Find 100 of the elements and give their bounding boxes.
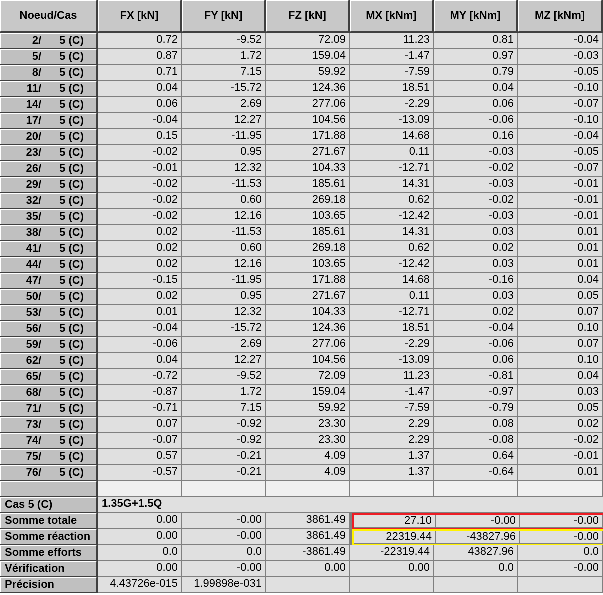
- row-header[interactable]: 38/ 5 (C): [0, 225, 98, 241]
- column-header[interactable]: MY [kNm]: [434, 0, 518, 33]
- table-cell: -0.06: [98, 337, 182, 353]
- table-cell: 4.09: [266, 449, 350, 465]
- table-cell: 4.43726e-015: [98, 577, 182, 593]
- table-cell: -13.09: [350, 113, 434, 129]
- row-header[interactable]: 62/ 5 (C): [0, 353, 98, 369]
- table-cell: 0.04: [434, 81, 518, 97]
- table-cell: -0.15: [98, 273, 182, 289]
- row-header[interactable]: 26/ 5 (C): [0, 161, 98, 177]
- row-header[interactable]: 35/ 5 (C): [0, 209, 98, 225]
- table-cell: -0.16: [434, 273, 518, 289]
- column-header[interactable]: MX [kNm]: [350, 0, 434, 33]
- row-header[interactable]: 14/ 5 (C): [0, 97, 98, 113]
- row-header[interactable]: 41/ 5 (C): [0, 241, 98, 257]
- row-header[interactable]: 73/ 5 (C): [0, 417, 98, 433]
- summary-label: Somme totale: [0, 513, 98, 529]
- table-cell: -0.00: [520, 515, 603, 528]
- row-header[interactable]: 47/ 5 (C): [0, 273, 98, 289]
- table-cell: 0.64: [434, 449, 518, 465]
- table-cell: -0.79: [434, 401, 518, 417]
- table-cell: -0.01: [518, 193, 603, 209]
- table-cell: 0.00: [266, 561, 350, 577]
- table-cell: -0.04: [98, 113, 182, 129]
- table-cell: 1.72: [182, 385, 266, 401]
- table-cell: 12.32: [182, 161, 266, 177]
- table-cell: -12.42: [350, 209, 434, 225]
- summary-label: Précision: [0, 577, 98, 593]
- table-cell: -0.10: [518, 113, 603, 129]
- row-header[interactable]: 53/ 5 (C): [0, 305, 98, 321]
- table-cell: -22319.44: [350, 545, 434, 561]
- table-cell: 171.88: [266, 129, 350, 145]
- column-header[interactable]: FY [kN]: [182, 0, 266, 33]
- row-header[interactable]: 23/ 5 (C): [0, 145, 98, 161]
- table-cell: 0.95: [182, 289, 266, 305]
- row-header[interactable]: 56/ 5 (C): [0, 321, 98, 337]
- table-cell: -0.92: [182, 433, 266, 449]
- row-header[interactable]: 44/ 5 (C): [0, 257, 98, 273]
- table-cell: 1.72: [182, 49, 266, 65]
- table-cell: 0.11: [350, 145, 434, 161]
- table-cell: -0.00: [520, 531, 603, 544]
- table-cell: -12.71: [350, 305, 434, 321]
- table-cell: 0.01: [518, 225, 603, 241]
- row-header[interactable]: 59/ 5 (C): [0, 337, 98, 353]
- table-cell: 7.15: [182, 65, 266, 81]
- row-header[interactable]: 17/ 5 (C): [0, 113, 98, 129]
- table-cell: -0.03: [434, 145, 518, 161]
- column-header[interactable]: Noeud/Cas: [0, 0, 98, 33]
- table-cell: 14.68: [350, 129, 434, 145]
- table-cell: 1.99898e-031: [182, 577, 266, 593]
- table-cell: 72.09: [266, 369, 350, 385]
- table-cell: 0.57: [98, 449, 182, 465]
- table-cell: 7.15: [182, 401, 266, 417]
- table-cell: -0.01: [518, 209, 603, 225]
- summary-label: Somme efforts: [0, 545, 98, 561]
- table-cell: 0.07: [98, 417, 182, 433]
- table-cell: 0.60: [182, 193, 266, 209]
- row-header[interactable]: 8/ 5 (C): [0, 65, 98, 81]
- table-cell: -0.06: [434, 337, 518, 353]
- table-cell: -0.04: [98, 321, 182, 337]
- table-cell: 271.67: [266, 289, 350, 305]
- row-header[interactable]: 20/ 5 (C): [0, 129, 98, 145]
- table-cell: -0.57: [98, 465, 182, 481]
- table-cell: 0.11: [350, 289, 434, 305]
- table-cell: 0.01: [98, 305, 182, 321]
- table-cell: 185.61: [266, 177, 350, 193]
- row-header[interactable]: 65/ 5 (C): [0, 369, 98, 385]
- table-cell: -11.95: [182, 129, 266, 145]
- row-header[interactable]: 50/ 5 (C): [0, 289, 98, 305]
- table-cell: -0.02: [98, 145, 182, 161]
- table-cell: 27.10: [354, 515, 436, 528]
- row-header[interactable]: 29/ 5 (C): [0, 177, 98, 193]
- table-cell: 0.62: [350, 241, 434, 257]
- table-cell: -3861.49: [266, 545, 350, 561]
- row-header[interactable]: 68/ 5 (C): [0, 385, 98, 401]
- table-cell: -1.47: [350, 385, 434, 401]
- row-header[interactable]: [0, 481, 98, 497]
- case-label: Cas 5 (C): [0, 497, 98, 513]
- table-cell: -0.04: [518, 33, 603, 49]
- row-header[interactable]: 11/ 5 (C): [0, 81, 98, 97]
- column-header[interactable]: MZ [kNm]: [518, 0, 603, 33]
- table-cell: 0.15: [98, 129, 182, 145]
- row-header[interactable]: 71/ 5 (C): [0, 401, 98, 417]
- row-header[interactable]: 5/ 5 (C): [0, 49, 98, 65]
- row-header[interactable]: 75/ 5 (C): [0, 449, 98, 465]
- table-cell: 0.00: [98, 529, 182, 545]
- column-header[interactable]: FX [kN]: [98, 0, 182, 33]
- table-cell: -0.81: [434, 369, 518, 385]
- table-cell: 104.33: [266, 161, 350, 177]
- table-cell: -12.42: [350, 257, 434, 273]
- row-header[interactable]: 2/ 5 (C): [0, 33, 98, 49]
- table-cell: 22319.44: [354, 531, 436, 544]
- table-cell: 59.92: [266, 65, 350, 81]
- table-cell: -0.06: [434, 113, 518, 129]
- column-header[interactable]: FZ [kN]: [266, 0, 350, 33]
- table-cell: -11.53: [182, 177, 266, 193]
- row-header[interactable]: 74/ 5 (C): [0, 433, 98, 449]
- table-cell: 0.07: [518, 337, 603, 353]
- row-header[interactable]: 76/ 5 (C): [0, 465, 98, 481]
- row-header[interactable]: 32/ 5 (C): [0, 193, 98, 209]
